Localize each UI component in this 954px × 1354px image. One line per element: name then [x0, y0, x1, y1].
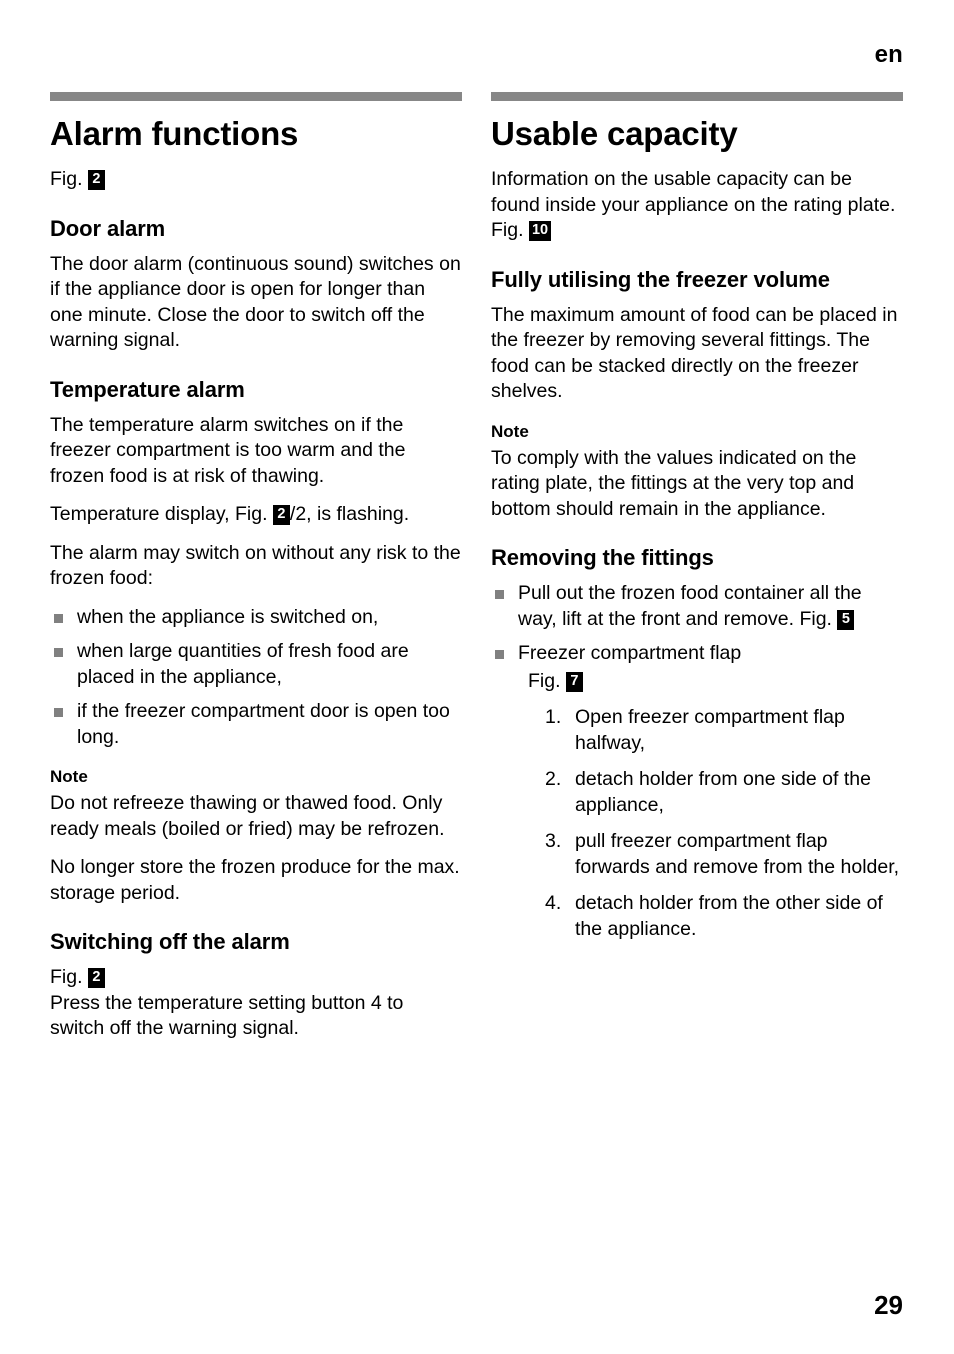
figure-marker-5: 5: [837, 609, 855, 630]
removing-flap-steps: 1. Open freezer compartment flap halfway…: [518, 705, 903, 942]
list-item-label: if the freezer compartment door is open …: [77, 700, 450, 748]
figure-marker-2: 2: [87, 968, 105, 988]
chapter-title-usable-capacity: Usable capacity: [491, 115, 738, 152]
step-number: 3.: [545, 830, 562, 852]
figref-prefix: Fig.: [50, 168, 83, 190]
chapter-rule-left: [50, 92, 462, 101]
language-marker: en: [874, 41, 903, 68]
figref-prefix: Fig.: [50, 966, 83, 988]
step-number: 1.: [545, 706, 562, 728]
step-label: Open freezer compartment flap halfway,: [575, 706, 845, 754]
figref-prefix: Fig.: [799, 607, 832, 630]
step-number: 4.: [545, 892, 562, 914]
square-bullet-icon: [54, 613, 63, 623]
list-item: when the appliance is switched on,: [50, 605, 462, 631]
note-paragraph-storage-period: No longer store the frozen produce for t…: [50, 856, 460, 904]
two-column-body: Alarm functions Fig. 2 Door alarm The do…: [50, 92, 903, 1055]
list-item-label: when large quantities of fresh food are …: [77, 640, 409, 688]
figref-prefix: Fig.: [528, 669, 561, 692]
paragraph-temperature-display: Temperature display, Fig. 2/2, is flashi…: [50, 502, 462, 528]
note-heading-left: Note: [50, 767, 88, 786]
figure-marker-2-inline: 2: [272, 505, 290, 525]
list-item-figure-reference: Fig. 5: [799, 607, 855, 630]
paragraph-alarm-lead-in: The alarm may switch on without any risk…: [50, 541, 461, 590]
list-item: 4. detach holder from the other side of …: [545, 891, 903, 942]
chapter-figure-reference: Fig. 2: [50, 167, 462, 193]
step-label: detach holder from the other side of the…: [575, 892, 883, 940]
list-item: Pull out the frozen food container all t…: [491, 581, 903, 632]
square-bullet-icon: [495, 650, 504, 659]
list-item: 3. pull freezer compartment flap forward…: [545, 829, 903, 880]
step-number: 2.: [545, 768, 562, 790]
section-heading-removing-the-fittings: Removing the fittings: [491, 545, 714, 570]
section-heading-switching-off-the-alarm: Switching off the alarm: [50, 929, 290, 954]
chapter-rule-right: [491, 92, 903, 101]
right-column: Usable capacity Information on the usabl…: [491, 92, 903, 955]
step-label: pull freezer compartment flap forwards a…: [575, 830, 900, 878]
manual-page: en Alarm functions Fig. 2 Door alarm The…: [0, 0, 954, 1354]
note-paragraph-refreeze: Do not refreeze thawing or thawed food. …: [50, 792, 445, 840]
list-item: if the freezer compartment door is open …: [50, 699, 462, 750]
square-bullet-icon: [495, 590, 504, 599]
section-heading-fully-utilising-freezer-volume: Fully utilising the freezer volume: [491, 266, 830, 292]
square-bullet-icon: [54, 708, 63, 717]
figure-marker-7: 7: [565, 671, 583, 692]
left-column: Alarm functions Fig. 2 Door alarm The do…: [50, 92, 462, 1055]
note-paragraph-rating-plate: To comply with the values indicated on t…: [491, 446, 857, 520]
square-bullet-icon: [54, 648, 63, 657]
paragraph-max-food: The maximum amount of food can be placed…: [491, 303, 898, 403]
section-heading-door-alarm: Door alarm: [50, 215, 166, 241]
chapter-title-alarm-functions: Alarm functions: [50, 115, 299, 152]
switching-off-figure-reference: Fig. 2: [50, 965, 462, 991]
removing-fittings-list: Pull out the frozen food container all t…: [491, 581, 903, 942]
step-label: detach holder from one side of the appli…: [575, 768, 871, 816]
alarm-causes-list: when the appliance is switched on, when …: [50, 605, 462, 751]
list-item: 1. Open freezer compartment flap halfway…: [545, 705, 903, 756]
paragraph-usable-capacity-intro: Information on the usable capacity can b…: [491, 167, 903, 244]
figure-marker-2: 2: [87, 170, 105, 190]
list-item: Freezer compartment flap Fig. 7 1. Open …: [491, 641, 903, 942]
list-item-label: when the appliance is switched on,: [77, 605, 379, 628]
figure-marker-10: 10: [528, 221, 552, 241]
temp-display-before: Temperature display, Fig.: [50, 503, 268, 525]
page-number: 29: [874, 1290, 903, 1320]
temp-display-after: /2, is flashing.: [289, 503, 410, 525]
running-head: en: [50, 40, 903, 74]
paragraph-door-alarm: The door alarm (continuous sound) switch…: [50, 252, 461, 352]
intro-text: Information on the usable capacity can b…: [491, 168, 896, 241]
list-item: 2. detach holder from one side of the ap…: [545, 767, 903, 818]
paragraph-temperature-alarm: The temperature alarm switches on if the…: [50, 413, 406, 487]
section-heading-temperature-alarm: Temperature alarm: [50, 376, 245, 402]
list-item-figure-reference: Fig. 7: [518, 669, 903, 695]
paragraph-switching-off-alarm: Press the temperature setting button 4 t…: [50, 991, 404, 1040]
list-item-label: Freezer compartment flap: [518, 642, 742, 664]
list-item: when large quantities of fresh food are …: [50, 639, 462, 690]
note-heading-right: Note: [491, 421, 529, 441]
